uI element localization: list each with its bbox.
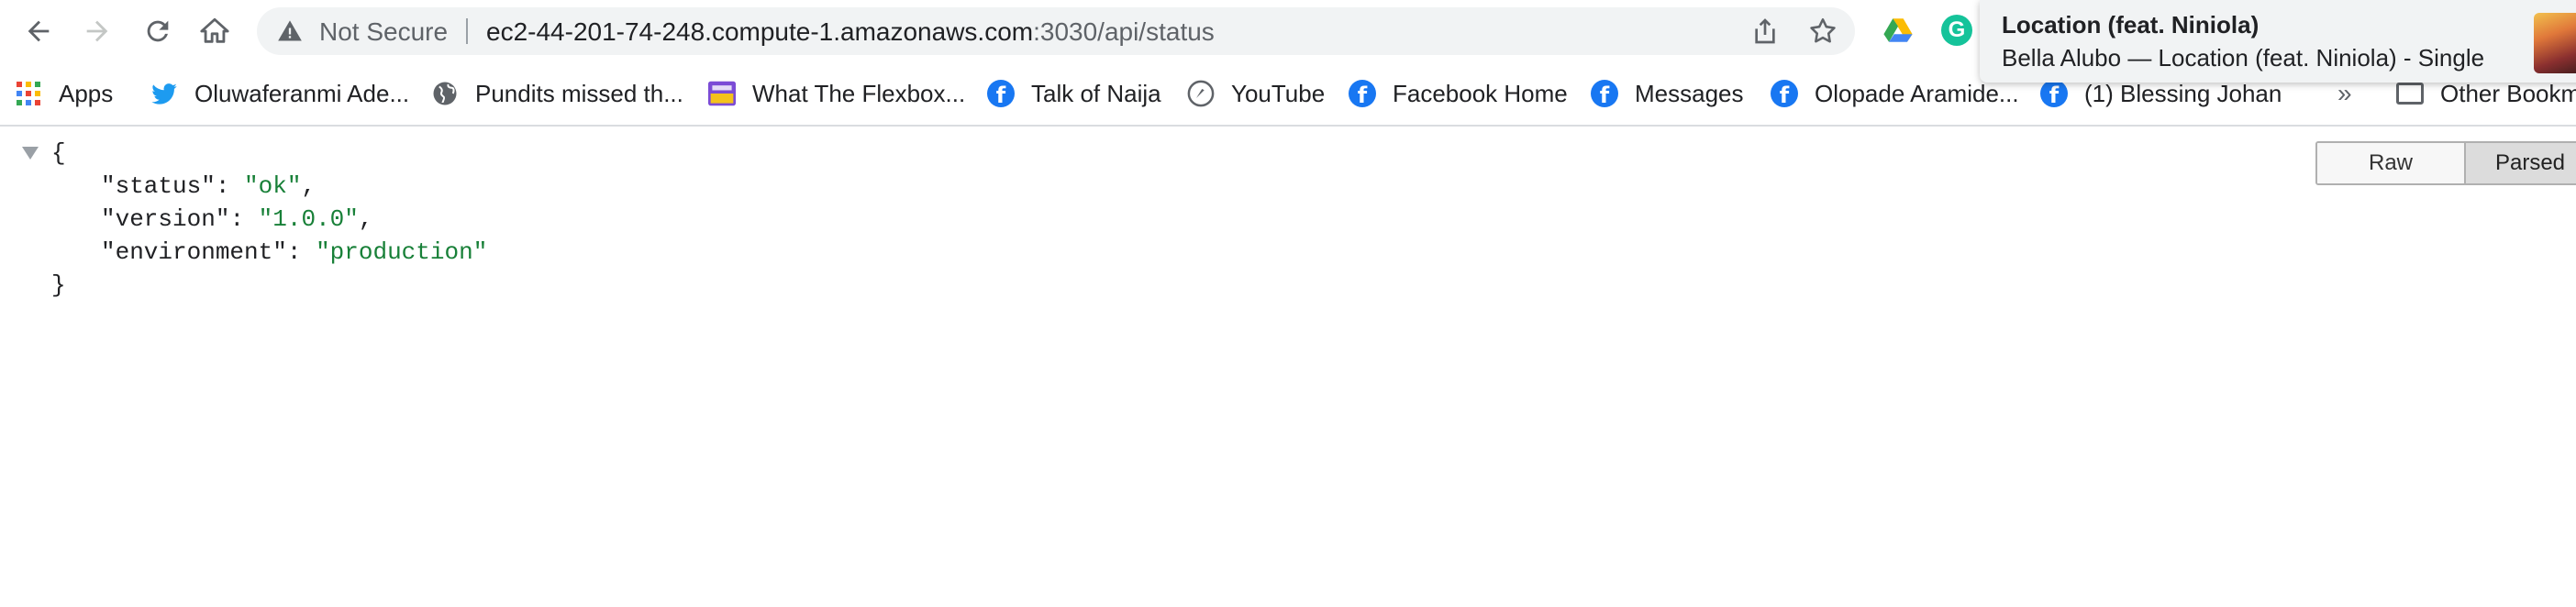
parsed-view-button[interactable]: Parsed: [2466, 143, 2576, 183]
json-comma: ,: [358, 205, 373, 233]
apps-grid-icon: [15, 80, 42, 107]
album-art: [2534, 13, 2576, 73]
media-now-playing-popup[interactable]: Location (feat. Niniola) Bella Alubo — L…: [1980, 0, 2576, 83]
other-bookmarks-label: Other Bookma: [2440, 79, 2576, 107]
json-key: "environment": [101, 238, 287, 266]
facebook-icon: f: [1349, 80, 1376, 107]
home-icon: [200, 17, 229, 43]
share-icon[interactable]: [1750, 17, 1780, 46]
json-close-brace: }: [51, 271, 66, 299]
media-title: Location (feat. Niniola): [2002, 11, 2260, 39]
bookmark-apps[interactable]: Apps: [15, 77, 113, 110]
json-key: "version": [101, 205, 230, 233]
json-colon: :: [229, 205, 259, 233]
twitter-icon: [150, 80, 178, 107]
bookmark-twitter[interactable]: Oluwaferanmi Ade...: [150, 77, 409, 110]
json-colon: :: [215, 172, 245, 200]
bookmark-label: Oluwaferanmi Ade...: [194, 79, 410, 107]
google-drive-icon[interactable]: [1882, 15, 1914, 46]
bookmark-youtube[interactable]: YouTube: [1187, 77, 1325, 110]
collapse-triangle-icon[interactable]: [22, 147, 39, 160]
warning-icon: [278, 20, 302, 41]
bookmark-flexbox[interactable]: What The Flexbox...: [708, 77, 965, 110]
arrow-right-icon: [86, 20, 108, 42]
url-text[interactable]: ec2-44-201-74-248.compute-1.amazonaws.co…: [486, 17, 1215, 47]
back-button[interactable]: [17, 9, 61, 53]
json-viewer: { "status": "ok", "version": "1.0.0", "e…: [0, 125, 2576, 607]
address-divider: [466, 18, 468, 44]
bookmark-pundits[interactable]: Pundits missed th...: [431, 77, 683, 110]
bookmark-facebook-home[interactable]: f Facebook Home: [1349, 77, 1568, 110]
json-entry: "environment": "production": [101, 238, 487, 266]
forward-button[interactable]: [75, 9, 119, 53]
flexbox-icon: [708, 80, 736, 107]
bookmark-label: YouTube: [1231, 79, 1326, 107]
youtube-icon: [1187, 80, 1215, 107]
bookmark-star-icon[interactable]: [1807, 16, 1838, 47]
bookmarks-overflow-button[interactable]: »: [2337, 79, 2352, 108]
bookmark-label: What The Flexbox...: [752, 79, 966, 107]
json-key: "status": [101, 172, 216, 200]
json-open-brace: {: [51, 139, 66, 167]
json-entry: "version": "1.0.0",: [101, 205, 372, 233]
bookmark-olopade[interactable]: f Olopade Aramide...: [1771, 77, 2019, 110]
bookmark-label: Pundits missed th...: [475, 79, 683, 107]
bookmark-label: Olopade Aramide...: [1815, 79, 2019, 107]
facebook-icon: f: [1591, 80, 1618, 107]
json-colon: :: [286, 238, 316, 266]
bookmark-label: Apps: [59, 79, 114, 107]
json-entry: "status": "ok",: [101, 172, 316, 200]
bookmark-label: (1) Blessing Johan: [2084, 79, 2282, 107]
bookmark-label: Facebook Home: [1393, 79, 1568, 107]
address-bar[interactable]: Not Secure ec2-44-201-74-248.compute-1.a…: [257, 7, 1855, 55]
folder-icon: [2396, 83, 2424, 105]
reload-icon: [147, 20, 169, 42]
security-label: Not Secure: [319, 17, 449, 46]
url-host: ec2-44-201-74-248.compute-1.amazonaws.co…: [486, 17, 1034, 46]
facebook-icon: f: [987, 80, 1015, 107]
arrow-left-icon: [28, 20, 50, 42]
json-comma: ,: [301, 172, 316, 200]
json-value: "ok": [244, 172, 302, 200]
bookmark-talk-of-naija[interactable]: f Talk of Naija: [987, 77, 1161, 110]
bookmark-label: Talk of Naija: [1031, 79, 1161, 107]
json-value: "production": [316, 238, 488, 266]
media-subtitle: Bella Alubo — Location (feat. Niniola) -…: [2002, 44, 2485, 72]
reload-button[interactable]: [136, 9, 180, 53]
grammarly-icon[interactable]: G: [1941, 15, 1972, 46]
raw-view-button[interactable]: Raw: [2317, 143, 2466, 183]
globe-icon: [431, 80, 459, 107]
home-button[interactable]: [193, 9, 237, 53]
facebook-icon: f: [2040, 80, 2068, 107]
facebook-icon: f: [1771, 80, 1798, 107]
bookmark-messages[interactable]: f Messages: [1591, 77, 1744, 110]
json-value: "1.0.0": [258, 205, 359, 233]
view-mode-toggle: Raw Parsed: [2315, 141, 2576, 185]
bookmark-label: Messages: [1635, 79, 1744, 107]
url-path: :3030/api/status: [1033, 17, 1215, 46]
